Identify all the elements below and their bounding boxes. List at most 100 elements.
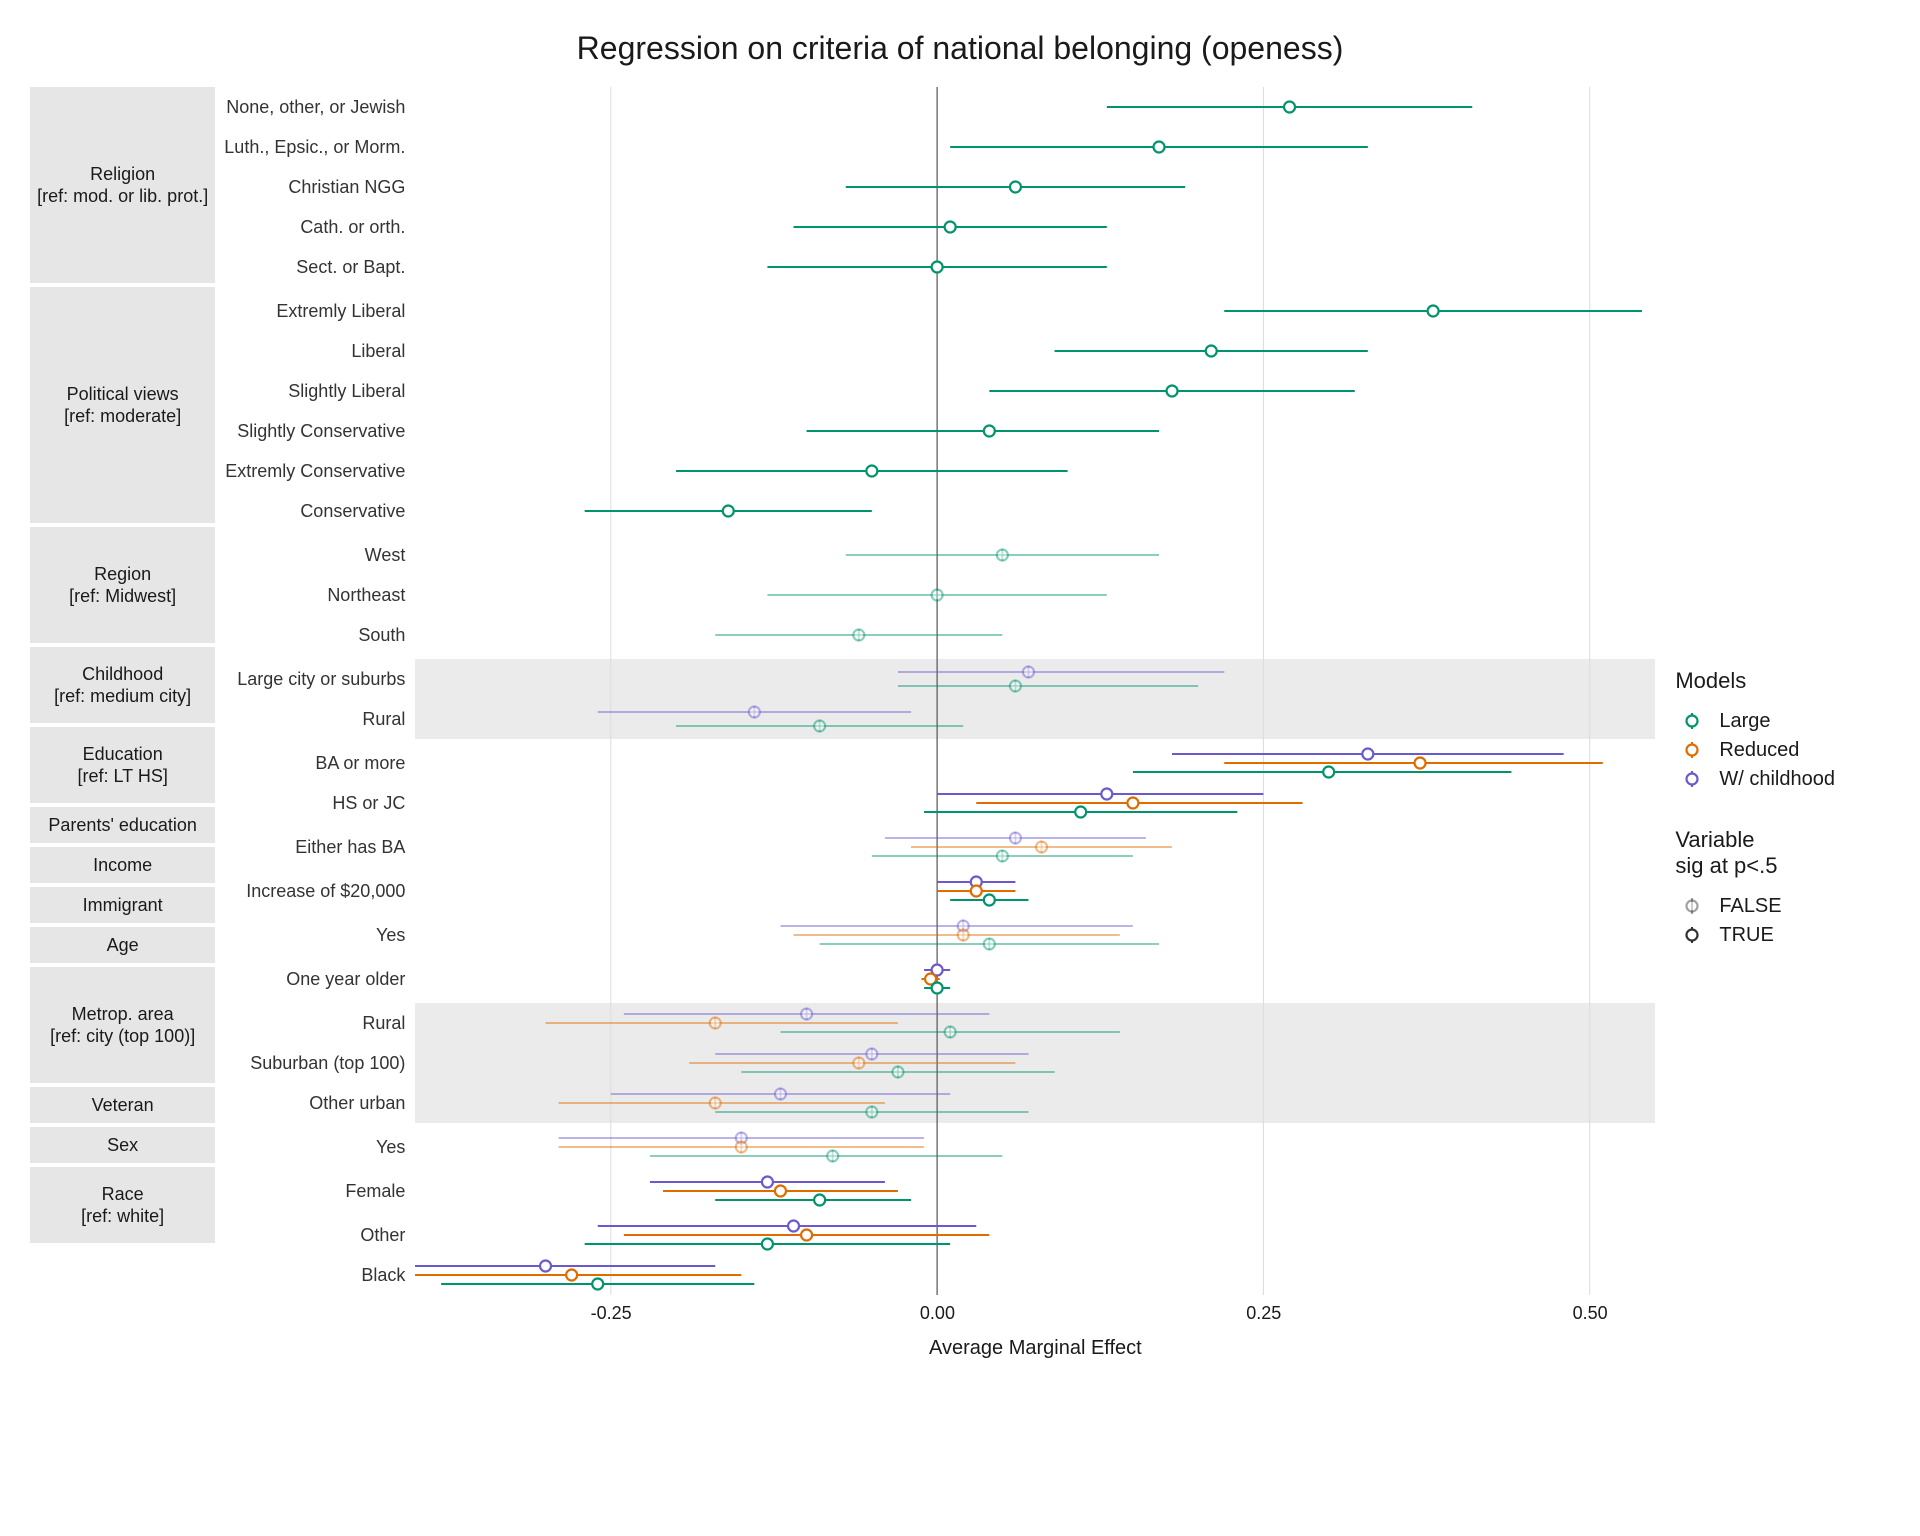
plot-cell (415, 1003, 1655, 1043)
chart-row: Rural (215, 699, 1655, 739)
plot-cell (415, 1127, 1655, 1167)
facet-block: Either has BA (215, 827, 1655, 871)
chart-row: Extremly Liberal (215, 291, 1655, 331)
plot-cell (415, 1043, 1655, 1083)
y-tick-label: Rural (215, 699, 415, 739)
plot-cell (415, 575, 1655, 615)
y-tick-label: Rural (215, 1003, 415, 1043)
y-tick-label: Female (215, 1171, 415, 1211)
y-tick-label: Either has BA (215, 827, 415, 867)
facet-label: Region [ref: Midwest] (30, 527, 215, 647)
facet-strip-column: Religion [ref: mod. or lib. prot.]Politi… (30, 87, 215, 1503)
plot-cell (415, 915, 1655, 955)
plot-cell (415, 783, 1655, 823)
y-tick-label: Luth., Epsic., or Morm. (215, 127, 415, 167)
chart-row: Either has BA (215, 827, 1655, 867)
y-tick-label: HS or JC (215, 783, 415, 823)
legend-swatch (1675, 739, 1709, 761)
y-tick-label: Conservative (215, 491, 415, 531)
legend-label: Large (1719, 710, 1770, 733)
facet-block: One year older (215, 959, 1655, 1003)
legend-item-large: Large (1675, 710, 1890, 733)
facet-block: Large city or suburbsRural (215, 659, 1655, 743)
plot-cell (415, 127, 1655, 167)
facet-block: WestNortheastSouth (215, 535, 1655, 659)
x-tick-label: 0.25 (1234, 1303, 1294, 1324)
y-tick-label: BA or more (215, 743, 415, 783)
chart-row: Extremly Conservative (215, 451, 1655, 491)
legend-label: FALSE (1719, 895, 1781, 918)
facet-block: OtherBlack (215, 1215, 1655, 1299)
plot-cell (415, 1083, 1655, 1123)
y-tick-label: Christian NGG (215, 167, 415, 207)
chart-row: Slightly Liberal (215, 371, 1655, 411)
y-tick-label: Sect. or Bapt. (215, 247, 415, 287)
plot-cell (415, 535, 1655, 575)
plot-cell (415, 1255, 1655, 1295)
plot-column: None, other, or JewishLuth., Epsic., or … (215, 87, 1655, 1503)
chart-row: Sect. or Bapt. (215, 247, 1655, 287)
chart-row: Cath. or orth. (215, 207, 1655, 247)
legend-label: TRUE (1719, 924, 1773, 947)
y-tick-label: Yes (215, 915, 415, 955)
plot-cell (415, 247, 1655, 287)
legend-swatch (1675, 924, 1709, 946)
facet-label: Veteran (30, 1087, 215, 1127)
chart-row: BA or more (215, 743, 1655, 783)
chart-row: Suburban (top 100) (215, 1043, 1655, 1083)
x-tick-label: 0.00 (907, 1303, 967, 1324)
chart-row: Other urban (215, 1083, 1655, 1123)
facet-label: Political views [ref: moderate] (30, 287, 215, 527)
chart-row: Rural (215, 1003, 1655, 1043)
y-tick-label: Black (215, 1255, 415, 1295)
plot-cell (415, 411, 1655, 451)
facet-block: None, other, or JewishLuth., Epsic., or … (215, 87, 1655, 291)
chart-row: Yes (215, 915, 1655, 955)
y-tick-label: Extremly Liberal (215, 291, 415, 331)
page-title: Regression on criteria of national belon… (30, 30, 1890, 67)
legend-label: Reduced (1719, 739, 1799, 762)
legend-item-reduced: Reduced (1675, 739, 1890, 762)
x-axis-title: Average Marginal Effect (415, 1337, 1655, 1360)
legend-sig-title: Variable sig at p<.5 (1675, 827, 1890, 879)
facet-label: Metrop. area [ref: city (top 100)] (30, 967, 215, 1087)
y-tick-label: Large city or suburbs (215, 659, 415, 699)
chart-row: Large city or suburbs (215, 659, 1655, 699)
y-tick-label: None, other, or Jewish (215, 87, 415, 127)
facet-label: Parents' education (30, 807, 215, 847)
plot-cell (415, 615, 1655, 655)
plot-cell (415, 959, 1655, 999)
y-tick-label: Other (215, 1215, 415, 1255)
chart-row: Black (215, 1255, 1655, 1295)
facet-label: Immigrant (30, 887, 215, 927)
legend-item-childhood: W/ childhood (1675, 768, 1890, 791)
facet-block: BA or moreHS or JC (215, 743, 1655, 827)
plot-cell (415, 827, 1655, 867)
chart-row: Luth., Epsic., or Morm. (215, 127, 1655, 167)
facet-block: RuralSuburban (top 100)Other urban (215, 1003, 1655, 1127)
plot-cell (415, 1171, 1655, 1211)
plot-cell (415, 659, 1655, 699)
legend: Models Large Reduced W/ childhood Variab… (1655, 87, 1890, 1503)
chart-row: Slightly Conservative (215, 411, 1655, 451)
legend-swatch (1675, 768, 1709, 790)
facet-block: Extremly LiberalLiberalSlightly LiberalS… (215, 291, 1655, 535)
plot-cell (415, 699, 1655, 739)
y-tick-label: Slightly Conservative (215, 411, 415, 451)
facet-block: Yes (215, 1127, 1655, 1171)
plot-cell (415, 451, 1655, 491)
plot-cell (415, 743, 1655, 783)
facet-block: Yes (215, 915, 1655, 959)
y-tick-label: One year older (215, 959, 415, 999)
plot-cell (415, 87, 1655, 127)
legend-swatch (1675, 895, 1709, 917)
chart-row: South (215, 615, 1655, 655)
chart-row: Increase of $20,000 (215, 871, 1655, 911)
legend-label: W/ childhood (1719, 768, 1835, 791)
plot-cell (415, 371, 1655, 411)
plot-cell (415, 167, 1655, 207)
chart-row: Northeast (215, 575, 1655, 615)
legend-models-title: Models (1675, 668, 1890, 694)
y-tick-label: Other urban (215, 1083, 415, 1123)
facet-label: Age (30, 927, 215, 967)
